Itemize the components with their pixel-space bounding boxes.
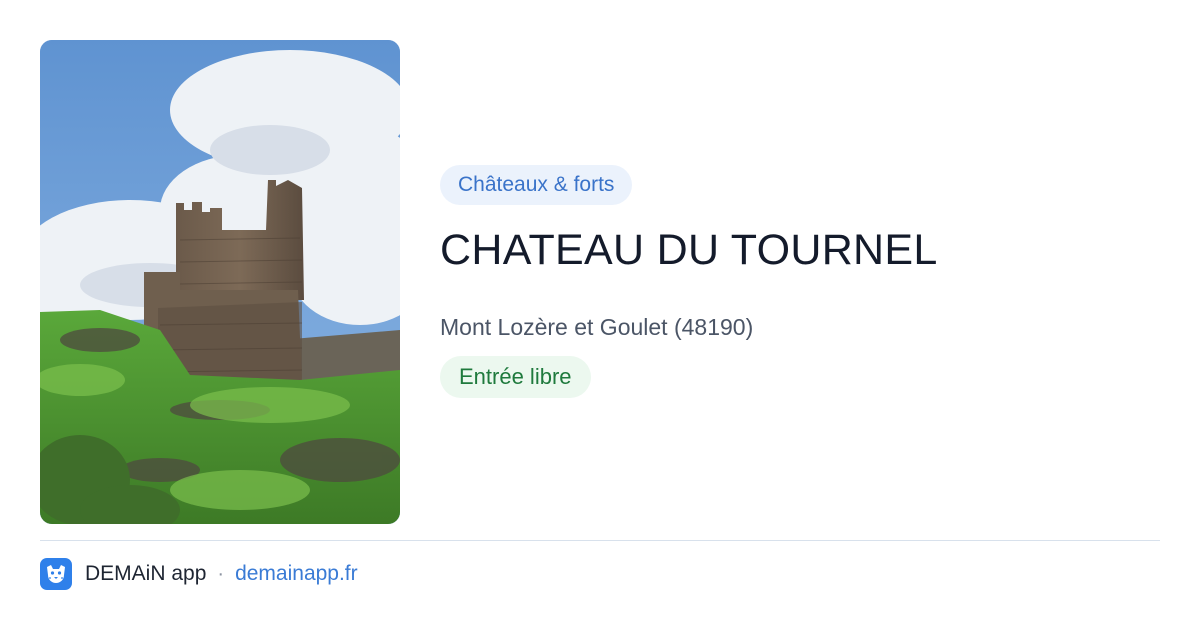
access-badge: Entrée libre	[440, 356, 591, 398]
castle-photo	[40, 40, 400, 524]
place-location: Mont Lozère et Goulet (48190)	[440, 314, 754, 340]
place-title: CHATEAU DU TOURNEL	[440, 226, 938, 274]
category-badge[interactable]: Châteaux & forts	[440, 165, 633, 205]
footer-divider	[40, 540, 1160, 541]
place-info: Châteaux & forts CHATEAU DU TOURNEL Mont…	[440, 165, 1160, 398]
app-name: DEMAiN app	[85, 562, 207, 585]
share-card: Châteaux & forts CHATEAU DU TOURNEL Mont…	[0, 0, 1200, 630]
demain-app-logo-icon	[40, 558, 72, 590]
footer: DEMAiN app · demainapp.fr	[40, 557, 358, 591]
footer-separator: ·	[217, 562, 225, 585]
app-domain-link[interactable]: demainapp.fr	[235, 562, 358, 586]
